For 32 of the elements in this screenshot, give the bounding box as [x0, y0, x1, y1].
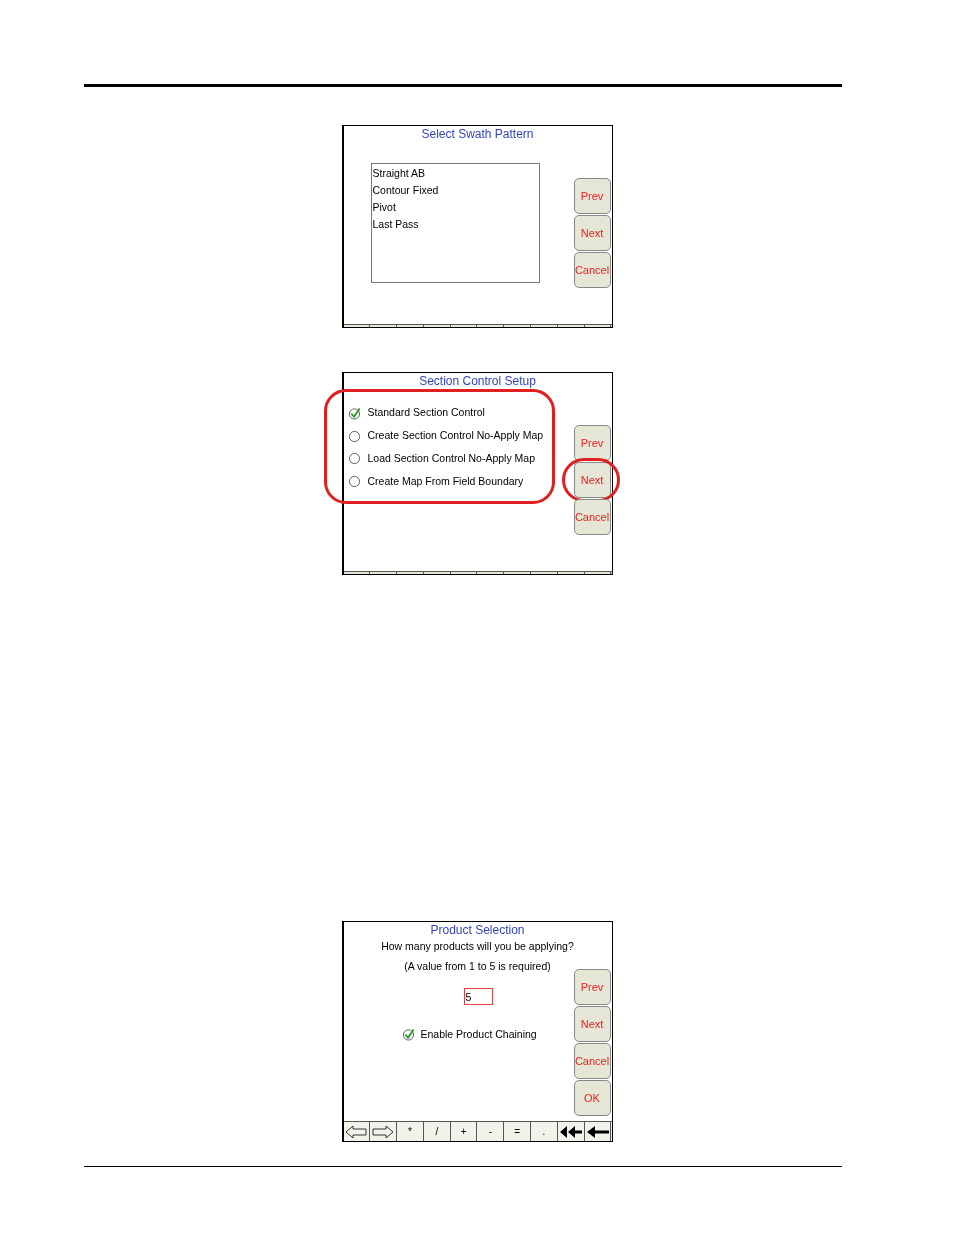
keyboard-key[interactable] — [343, 1122, 371, 1141]
list-item[interactable]: Straight AB — [372, 165, 538, 182]
keyboard-key[interactable]: = — [504, 1122, 532, 1141]
left-arrow-icon — [344, 1123, 369, 1140]
option-label: Load Section Control No-Apply Map — [367, 450, 535, 466]
checkbox-checked-icon[interactable] — [401, 1028, 415, 1042]
double-arrow-icon — [558, 1123, 583, 1140]
list-item[interactable]: Pivot — [372, 199, 538, 216]
option-label: Create Section Control No-Apply Map — [367, 428, 544, 444]
radio-button[interactable] — [347, 452, 361, 466]
option-label: Create Map From Field Boundary — [367, 473, 524, 489]
backspace-icon — [585, 1123, 610, 1140]
keyboard-key[interactable]: * — [397, 1122, 424, 1141]
radio-checked-icon[interactable] — [347, 406, 361, 420]
screen-title: Section Control Setup — [418, 374, 537, 388]
radio-button[interactable] — [347, 429, 361, 443]
radio-button[interactable] — [347, 474, 361, 488]
keyboard-key[interactable] — [370, 1122, 398, 1141]
list-item[interactable]: Last Pass — [372, 216, 538, 233]
right-arrow-icon — [371, 1123, 396, 1140]
keyboard-key[interactable]: / — [423, 1122, 451, 1141]
screen-title: Select Swath Pattern — [420, 127, 535, 141]
keyboard-key[interactable]: + — [450, 1122, 478, 1141]
question-text: How many products will you be applying? — [380, 939, 575, 954]
keyboard-key[interactable]: . — [531, 1122, 558, 1141]
option-label: Standard Section Control — [367, 405, 485, 421]
screen-title: Product Selection — [429, 923, 526, 937]
checkbox-label: Enable Product Chaining — [420, 1027, 537, 1042]
number-input-field[interactable]: 5 — [463, 988, 493, 1005]
hint-text: (A value from 1 to 5 is required) — [403, 959, 552, 974]
list-item[interactable]: Contour Fixed — [372, 182, 538, 199]
keyboard-key[interactable]: - — [477, 1122, 505, 1141]
